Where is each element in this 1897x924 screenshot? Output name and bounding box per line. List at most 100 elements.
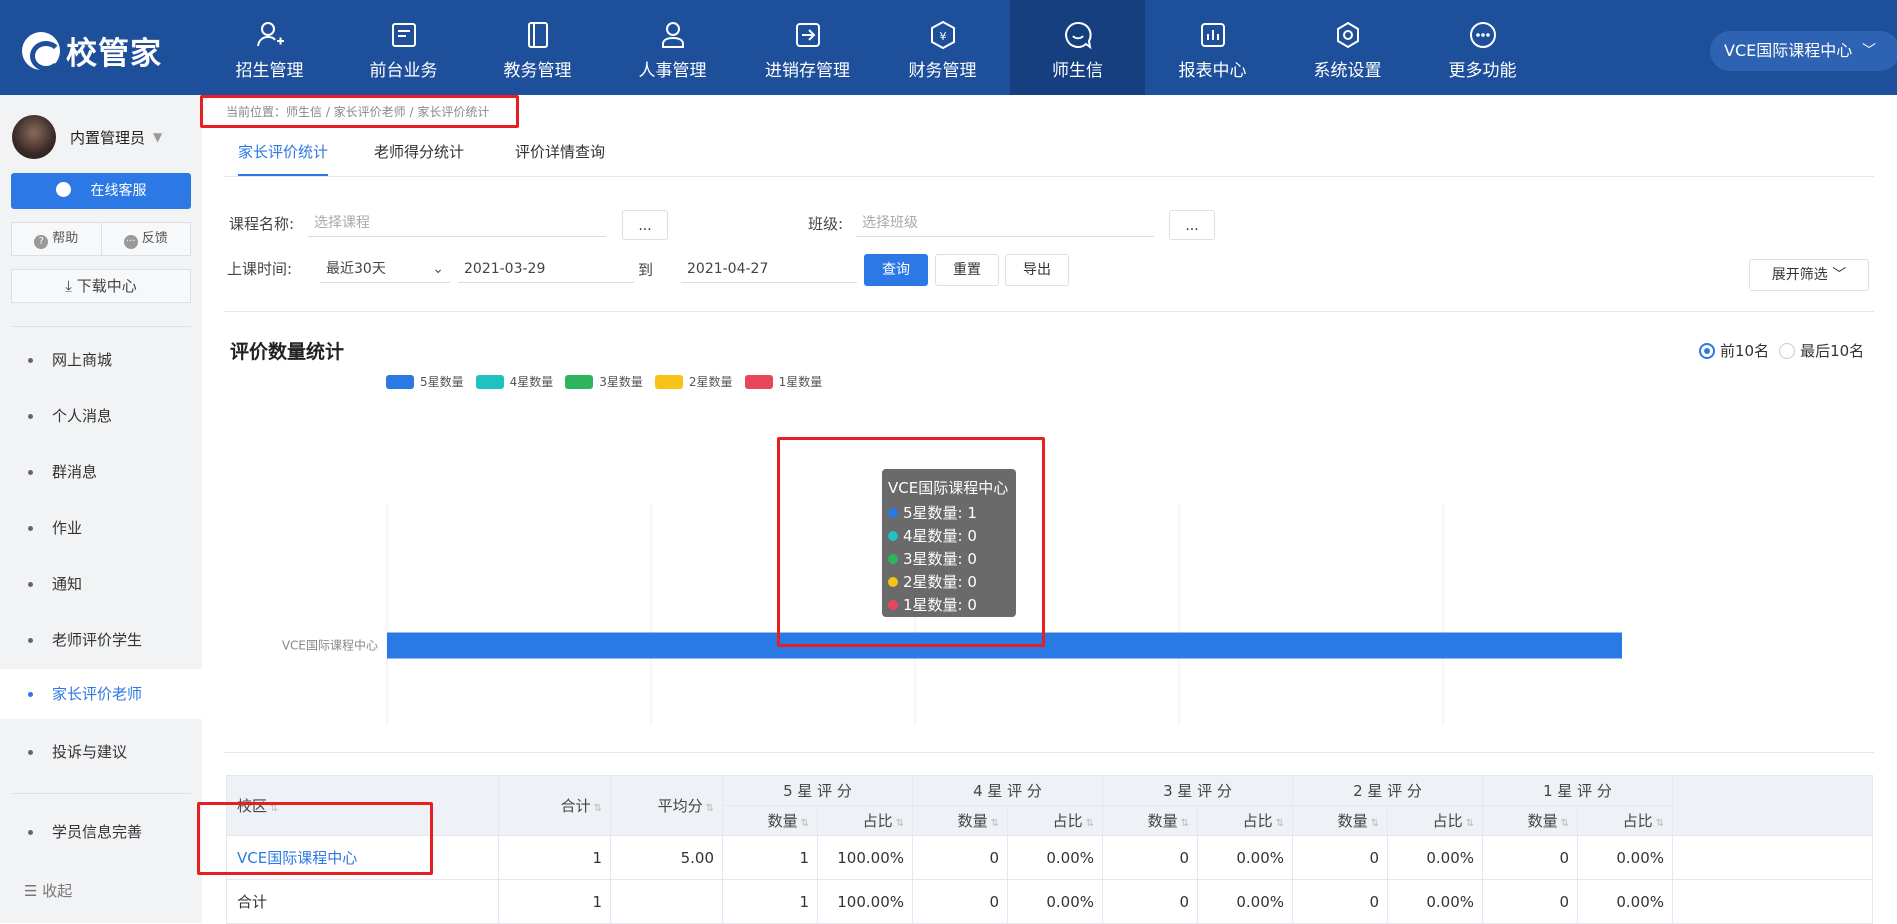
col-header-count[interactable]: 数量 ⇅ [1292,805,1388,836]
col-header-ratio[interactable]: 占比 ⇅ [1007,805,1103,836]
col-header-ratio[interactable]: 占比 ⇅ [1577,805,1673,836]
tab-teacher-score-stats[interactable]: 老师得分统计 [374,141,464,176]
col-header-empty [1672,775,1873,836]
query-button[interactable]: 查询 [864,254,928,286]
inventory-icon [795,23,820,47]
sort-icon: ⇅ [1465,818,1474,829]
table-cell: 0.00% [1007,835,1103,880]
class-picker-button[interactable]: ... [1169,210,1215,240]
col-header-count[interactable]: 数量 ⇅ [722,805,818,836]
sidebar: 内置管理员 ▼ 在线客服 ? 帮助 ··· 反馈 ⤓ 下载中心 网上商城 个人消息 … [0,95,202,923]
legend-item[interactable]: 4星数量 [475,373,554,390]
table-cell: 100.00% [817,835,913,880]
nav-item-settings[interactable]: 系统设置 [1280,0,1415,95]
sidebar-item-personal-messages[interactable]: 个人消息 [0,391,202,441]
nav-item-finance[interactable]: ¥ 财务管理 [875,0,1010,95]
brand-logo[interactable]: 校管家 [22,28,162,73]
nav-item-more[interactable]: 更多功能 [1415,0,1550,95]
help-button[interactable]: ? 帮助 [12,223,101,255]
collapse-button[interactable]: ☰ 收起 [24,880,72,901]
radio-bottom10[interactable] [1779,342,1796,359]
table-cell: 1 [498,835,611,880]
reset-button[interactable]: 重置 [935,254,999,286]
sidebar-item-mall[interactable]: 网上商城 [0,335,202,385]
legend-item[interactable]: 3星数量 [565,373,643,390]
course-input[interactable]: 选择课程 [308,209,606,237]
sort-icon: ⇅ [1560,818,1569,829]
user-menu[interactable]: 内置管理员 ▼ [12,115,162,159]
table-cell [1672,879,1873,924]
online-service-button[interactable]: 在线客服 [11,173,191,209]
tab-evaluation-detail[interactable]: 评价详情查询 [515,141,605,176]
col-header-total[interactable]: 合计 ⇅ [498,775,611,836]
col-header-ratio[interactable]: 占比 ⇅ [1197,805,1293,836]
table-cell: 0.00% [1007,879,1103,924]
nav-item-reports[interactable]: 报表中心 [1145,0,1280,95]
org-select[interactable]: VCE国际课程中心 ﹀ [1710,31,1897,71]
col-header-count[interactable]: 数量 ⇅ [1102,805,1198,836]
money-icon: ¥ [930,20,955,50]
sort-icon: ⇅ [593,803,602,814]
table-cell: 0.00% [1387,835,1483,880]
nav-item-academic[interactable]: 教务管理 [470,0,605,95]
table-cell: 100.00% [817,879,913,924]
legend-item[interactable]: 2星数量 [654,373,733,390]
nav-item-hr[interactable]: 人事管理 [605,0,740,95]
table-row-total: 合计 1 1 100.00% 0 0.00% 0 0.00% 0 0.00% 0… [226,879,1873,924]
chart-title: 评价数量统计 [230,341,345,363]
legend-swatch [565,374,594,389]
nav-item-inventory[interactable]: 进销存管理 [740,0,875,95]
sidebar-item-group-messages[interactable]: 群消息 [0,447,202,497]
chevron-down-icon: ﹀ [1832,267,1847,283]
legend-item[interactable]: 1星数量 [744,373,823,390]
nav-item-enrollment[interactable]: 招生管理 [202,0,337,95]
legend-item[interactable]: 5星数量 [386,373,464,390]
user-name: 内置管理员 [70,128,146,147]
feedback-button[interactable]: ··· 反馈 [100,223,191,255]
col-header-ratio[interactable]: 占比 ⇅ [817,805,913,836]
table-cell: 0 [1102,835,1198,880]
date-to-input[interactable]: 2021-04-27 [681,255,857,283]
divider [224,752,1874,753]
table-cell: 0 [1292,835,1388,880]
table-cell: 1 [722,835,818,880]
course-label: 课程名称: [229,215,295,233]
expand-filter-button[interactable]: 展开筛选 ﹀ [1749,259,1869,291]
table-cell: 0 [1102,879,1198,924]
col-header-count[interactable]: 数量 ⇅ [1482,805,1578,836]
radio-top10[interactable] [1699,342,1715,359]
sidebar-item-teacher-evaluate-student[interactable]: 老师评价学生 [0,615,202,665]
menu-collapse-icon: ☰ [24,882,38,900]
class-input[interactable]: 选择班级 [856,209,1154,237]
col-group-2star: 2 星 评 分 [1292,775,1483,806]
legend-label: 4星数量 [509,375,554,389]
sidebar-item-notice[interactable]: 通知 [0,559,202,609]
table-cell: 0 [1482,879,1578,924]
nav-item-front-desk[interactable]: 前台业务 [336,0,471,95]
sidebar-item-parent-evaluate-teacher[interactable]: 家长评价老师 [0,669,202,719]
table-cell: 5.00 [610,835,723,880]
help-icon: ? [34,235,49,249]
nav-item-teacher-student[interactable]: 师生信 [1010,0,1145,95]
time-label: 上课时间: [227,260,293,278]
legend-label: 5星数量 [420,375,464,389]
sidebar-item-homework[interactable]: 作业 [0,503,202,553]
tab-parent-evaluation-stats[interactable]: 家长评价统计 [238,141,329,176]
date-from-input[interactable]: 2021-03-29 [458,255,634,283]
export-button[interactable]: 导出 [1005,254,1069,286]
time-range-select[interactable]: 最近30天 ⌄ [320,255,450,283]
col-header-count[interactable]: 数量 ⇅ [912,805,1008,836]
chat-icon [1064,21,1092,50]
course-picker-button[interactable]: ... [622,210,668,240]
download-center-button[interactable]: ⤓ 下载中心 [11,269,191,303]
sidebar-item-complaints[interactable]: 投诉与建议 [0,727,202,777]
table-cell: 0.00% [1577,879,1673,924]
col-group-5star: 5 星 评 分 [722,775,913,806]
sidebar-item-student-info[interactable]: 学员信息完善 [0,807,202,857]
divider [224,311,1874,312]
sort-icon: ⇅ [1655,818,1664,829]
col-header-ratio[interactable]: 占比 ⇅ [1387,805,1483,836]
legend-label: 1星数量 [778,375,823,389]
col-header-avg[interactable]: 平均分 ⇅ [610,775,723,836]
col-group-4star: 4 星 评 分 [912,775,1103,806]
